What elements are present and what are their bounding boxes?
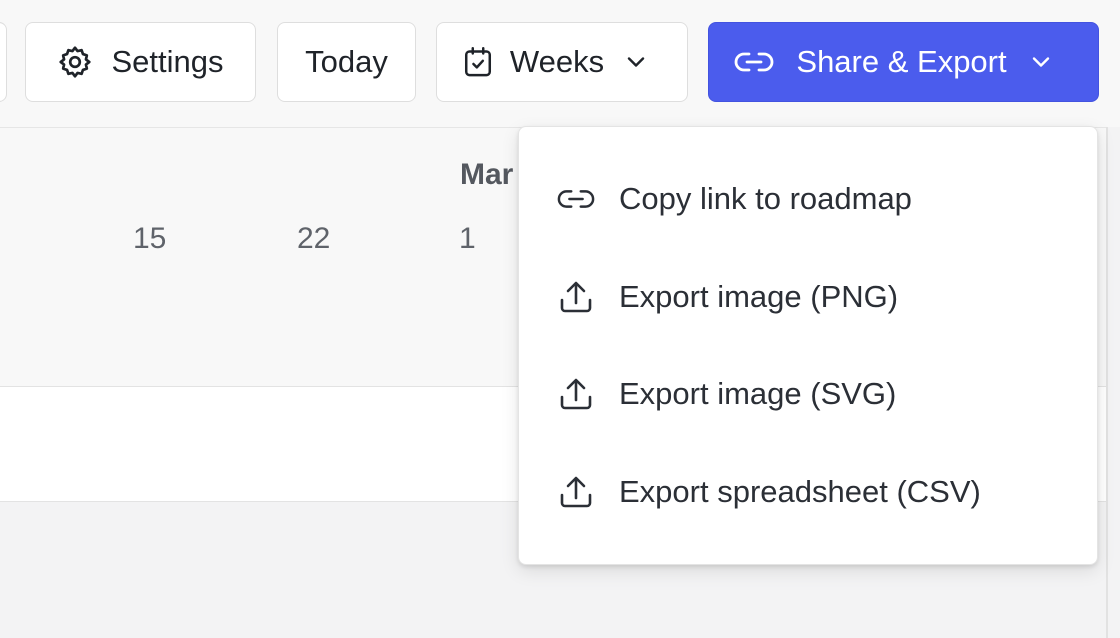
menu-item-label: Export image (SVG) [619, 376, 897, 411]
share-export-menu: Copy link to roadmap Export image (PNG) … [518, 126, 1098, 565]
previous-toolbar-button[interactable] [0, 22, 7, 102]
share-export-button[interactable]: Share & Export [708, 22, 1099, 102]
week-label: 15 [133, 222, 167, 255]
export-png-menu-item[interactable]: Export image (PNG) [519, 261, 1097, 333]
menu-item-label: Export spreadsheet (CSV) [619, 474, 981, 509]
link-icon [734, 50, 774, 74]
settings-label: Settings [111, 44, 224, 79]
export-svg-menu-item[interactable]: Export image (SVG) [519, 358, 1097, 430]
link-icon [557, 187, 595, 211]
today-button[interactable]: Today [277, 22, 416, 102]
view-select-button[interactable]: Weeks [436, 22, 688, 102]
upload-icon [557, 377, 595, 411]
month-label: Mar [460, 158, 514, 191]
menu-item-label: Export image (PNG) [619, 279, 899, 314]
copy-link-menu-item[interactable]: Copy link to roadmap [519, 163, 1097, 235]
upload-icon [557, 475, 595, 509]
week-label: 1 [459, 222, 476, 255]
chevron-down-icon [626, 56, 646, 68]
calendar-check-icon [462, 45, 494, 79]
today-label: Today [305, 44, 388, 79]
chevron-down-icon [1031, 56, 1051, 68]
gear-icon [57, 44, 93, 80]
toolbar: Settings Today Weeks Share & Export [0, 0, 1120, 127]
share-export-label: Share & Export [796, 44, 1007, 79]
upload-icon [557, 280, 595, 314]
view-label: Weeks [509, 44, 605, 79]
export-csv-menu-item[interactable]: Export spreadsheet (CSV) [519, 456, 1097, 528]
menu-item-label: Copy link to roadmap [619, 181, 912, 216]
week-label: 22 [297, 222, 331, 255]
divider [1106, 127, 1108, 638]
settings-button[interactable]: Settings [25, 22, 256, 102]
